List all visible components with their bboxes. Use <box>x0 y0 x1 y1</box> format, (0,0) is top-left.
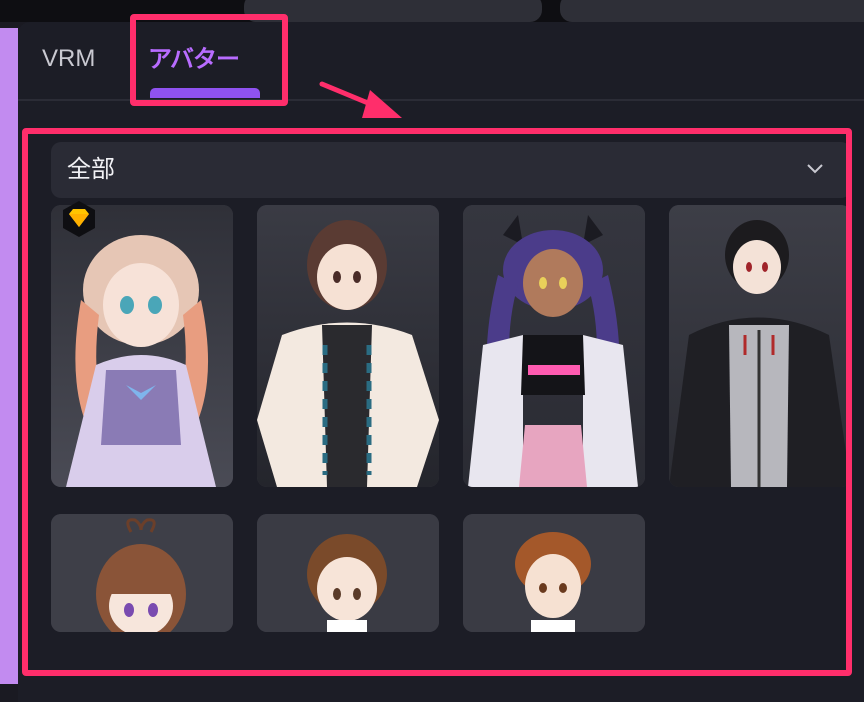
tab-vrm[interactable]: VRM <box>42 44 95 74</box>
tab-highlight-box <box>130 14 288 106</box>
side-strip <box>0 28 18 684</box>
top-control-right[interactable] <box>560 0 864 22</box>
annotation-arrow-icon <box>319 81 402 118</box>
top-control-left[interactable] <box>244 0 542 22</box>
content-highlight-box <box>22 128 852 676</box>
